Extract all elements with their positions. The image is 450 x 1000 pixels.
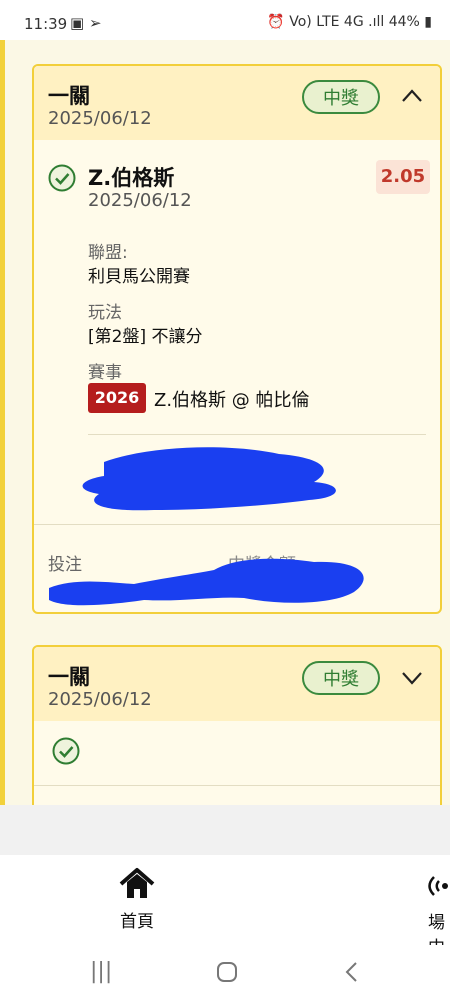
divider	[88, 434, 426, 435]
league-label: 聯盟:	[88, 243, 128, 263]
bottom-nav: 首頁 場中	[0, 855, 450, 958]
status-badge: 中獎	[302, 661, 380, 695]
chevron-down-icon[interactable]	[400, 665, 424, 689]
system-indicators: ⏰ Vo) LTE 4G .ıll	[267, 14, 385, 30]
nav-item-home[interactable]: 首頁	[110, 867, 164, 932]
status-right-icons: ⏰ Vo) LTE 4G .ıll 44% ▮	[267, 14, 432, 30]
bet-history-list[interactable]: 一關 2025/06/12 中獎 Z.伯格斯 2025/06/12 2.05 聯…	[0, 40, 450, 805]
divider	[34, 785, 440, 786]
bet-card-header[interactable]: 一關 2025/06/12 中獎	[34, 66, 440, 140]
odds-badge: 2.05	[376, 160, 430, 194]
check-circle-icon	[48, 164, 76, 192]
live-broadcast-icon[interactable]	[426, 869, 450, 903]
back-icon[interactable]	[344, 961, 360, 983]
home-button-icon[interactable]	[216, 961, 238, 983]
redacted-area	[49, 558, 364, 606]
chevron-up-icon[interactable]	[400, 84, 424, 108]
play-label: 玩法	[88, 303, 122, 323]
event-label: 賽事	[88, 363, 122, 383]
scroll-indicator	[0, 40, 5, 805]
selection-name: Z.伯格斯	[88, 166, 175, 190]
league-value: 利貝馬公開賽	[88, 267, 190, 287]
redacted-area	[82, 447, 336, 511]
check-circle-icon	[52, 737, 80, 765]
bet-card-header[interactable]: 一關 2025/06/12 中獎	[34, 647, 440, 721]
system-nav-bar: |||	[0, 945, 450, 1000]
bet-date: 2025/06/12	[48, 108, 152, 129]
play-value: [第2盤] 不讓分	[88, 327, 203, 347]
status-time: 11:39	[24, 15, 68, 33]
bet-card: 一關 2025/06/12 中獎 Z.伯格斯 2025/06/12 2.05 聯…	[32, 64, 442, 614]
bet-type-title: 一關	[48, 665, 90, 689]
nav-home-label: 首頁	[120, 912, 154, 932]
battery-icon: ▮	[424, 14, 432, 30]
battery-percent: 44%	[388, 14, 420, 30]
bet-type-title: 一關	[48, 84, 90, 108]
notification-icons: ▣ ➢	[70, 14, 102, 32]
status-badge: 中獎	[302, 80, 380, 114]
selection-date: 2025/06/12	[88, 190, 192, 211]
home-icon	[119, 868, 155, 898]
event-year-badge: 2026	[88, 383, 146, 413]
content-bottom-spacer	[0, 805, 450, 855]
bet-card: 一關 2025/06/12 中獎	[32, 645, 442, 805]
bet-date: 2025/06/12	[48, 689, 152, 710]
event-match: Z.伯格斯 @ 帕比倫	[154, 390, 310, 411]
recent-apps-icon[interactable]: |||	[90, 959, 112, 984]
divider	[34, 524, 440, 525]
